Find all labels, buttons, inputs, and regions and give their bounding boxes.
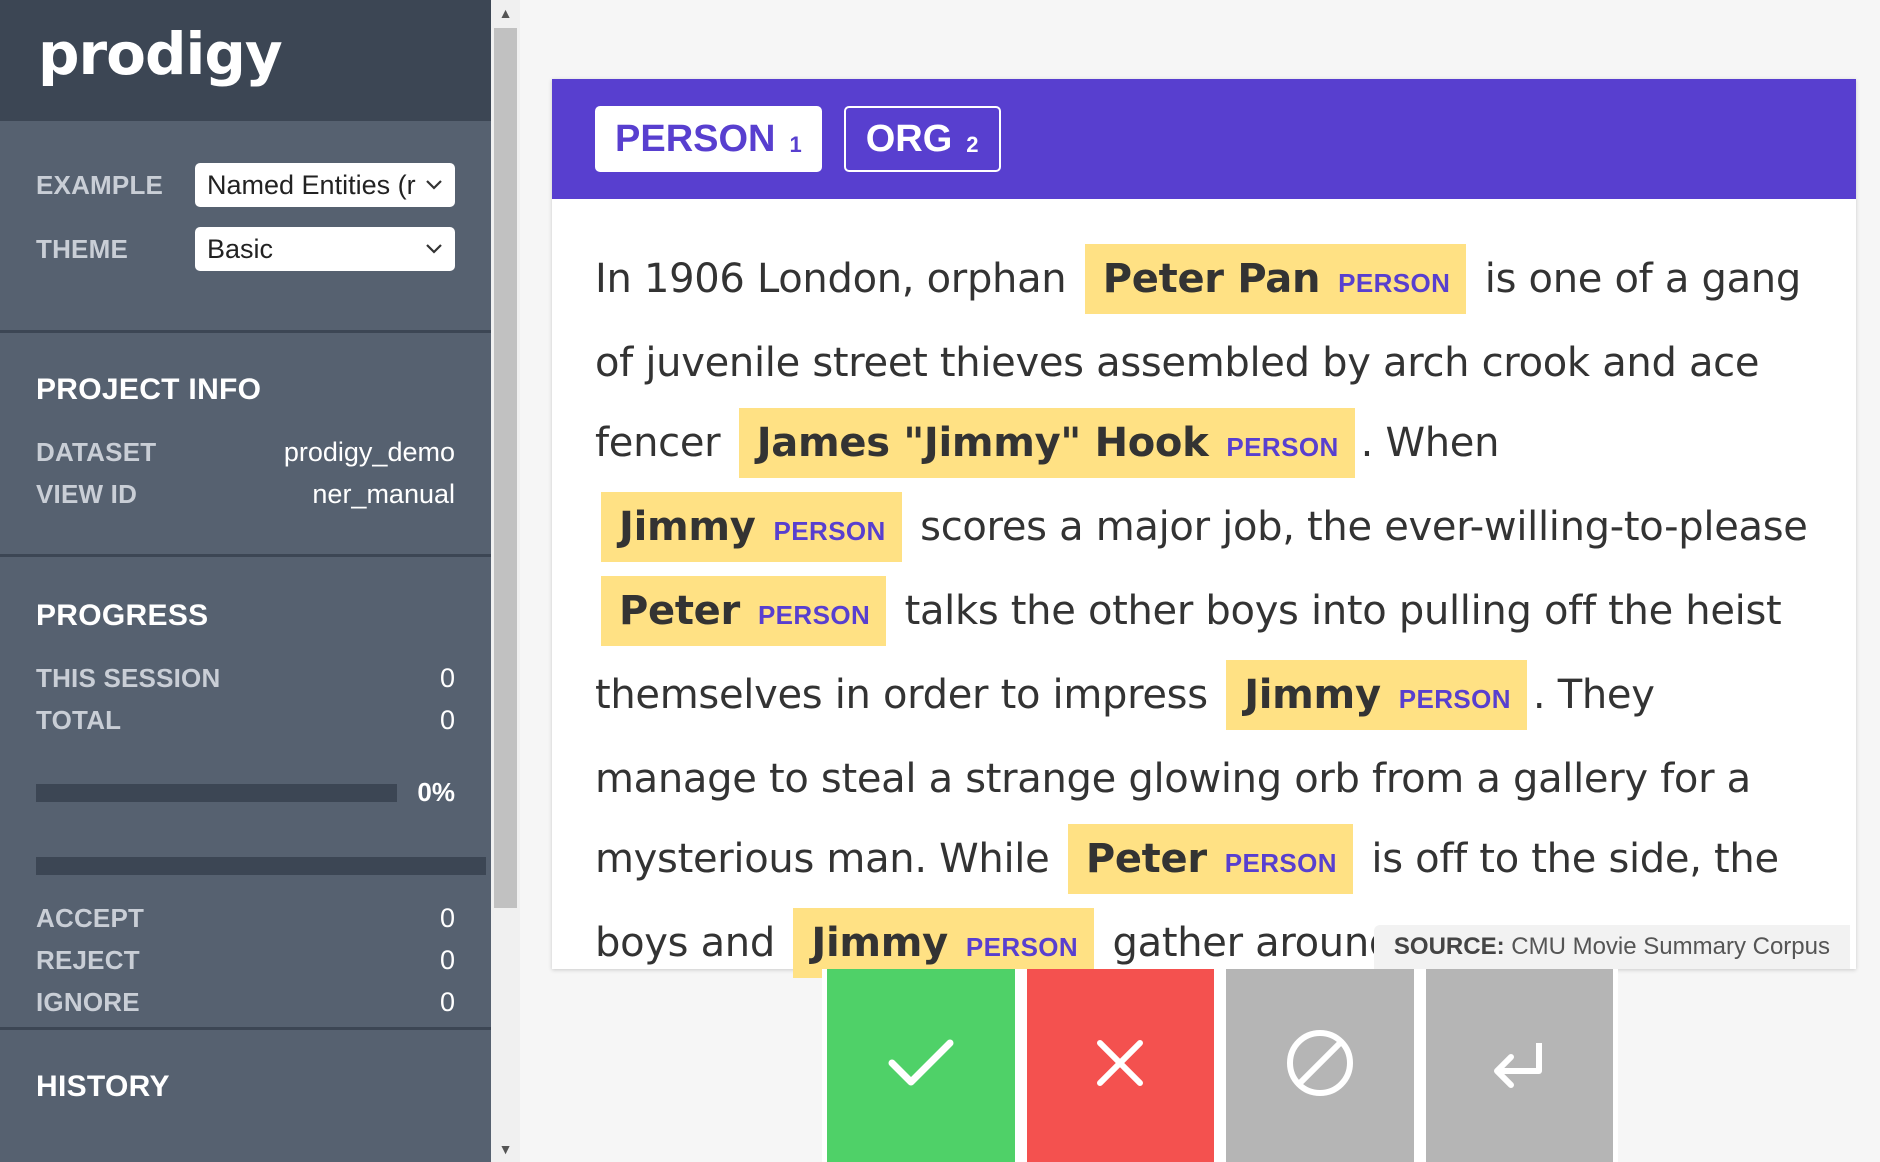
example-label: EXAMPLE	[36, 169, 164, 200]
theme-setting: THEME Basic	[36, 227, 455, 271]
scroll-down-arrow-icon[interactable]: ▼	[491, 1138, 520, 1160]
action-buttons	[822, 969, 1618, 1162]
dataset-value: prodigy_demo	[283, 436, 455, 467]
theme-label: THEME	[36, 233, 128, 264]
view-id-row: VIEW ID ner_manual	[36, 473, 455, 515]
entity-span[interactable]: Jimmy PERSON	[601, 492, 902, 562]
entity-label: PERSON	[1398, 684, 1511, 714]
progress-heading: PROGRESS	[36, 599, 209, 632]
text-span: In 1906 London, orphan	[595, 256, 1067, 302]
total-value: 0	[439, 704, 455, 735]
entity-span[interactable]: Peter Pan PERSON	[1084, 244, 1467, 314]
progress-section: PROGRESS THIS SESSION 0 TOTAL 0 0% ACCEP…	[0, 557, 491, 1030]
label-shortcut: 1	[789, 132, 802, 157]
logo-bar: prodigy	[0, 0, 491, 121]
this-session-value: 0	[439, 662, 455, 693]
history-heading: HISTORY	[36, 1070, 170, 1103]
answer-counts: ACCEPT 0 REJECT 0 IGNORE 0	[36, 897, 455, 1023]
ignore-button[interactable]	[1226, 969, 1414, 1162]
sidebar-scrollbar[interactable]: ▲ ▼	[491, 0, 520, 1162]
reject-count-value: 0	[439, 944, 455, 975]
history-section: HISTORY	[0, 1030, 491, 1104]
accept-count-label: ACCEPT	[36, 902, 145, 933]
entity-text: Jimmy	[811, 920, 948, 966]
view-id-label: VIEW ID	[36, 478, 138, 509]
entity-label: PERSON	[773, 516, 886, 546]
example-select-value: Named Entities (r	[207, 169, 416, 200]
annotation-text[interactable]: In 1906 London, orphan Peter Pan PERSON i…	[552, 199, 1856, 987]
undo-button[interactable]	[1425, 969, 1613, 1162]
entity-span[interactable]: Jimmy PERSON	[793, 908, 1095, 978]
check-icon	[886, 1035, 956, 1096]
entity-text: Peter	[619, 588, 740, 634]
annotation-card: PERSON 1 ORG 2 In 1906 London, orphan Pe…	[552, 79, 1856, 978]
ignore-count-label: IGNORE	[36, 986, 140, 1017]
entity-label: PERSON	[965, 932, 1079, 962]
ban-icon	[1284, 1027, 1356, 1104]
entity-label: PERSON	[1224, 848, 1337, 878]
session-bar	[36, 857, 486, 875]
entity-label: PERSON	[1338, 268, 1451, 298]
source-tag: SOURCE: CMU Movie Summary Corpus	[1373, 925, 1850, 969]
entity-text: Jimmy	[1244, 672, 1381, 718]
total-row: TOTAL 0	[36, 699, 455, 741]
settings-section: EXAMPLE Named Entities (r THEME Basic	[0, 121, 491, 333]
view-id-value: ner_manual	[312, 478, 455, 509]
project-info-heading: PROJECT INFO	[36, 373, 262, 406]
label-name: PERSON	[615, 117, 776, 160]
text-span: . When	[1360, 420, 1500, 466]
entity-span[interactable]: Peter PERSON	[1067, 824, 1353, 894]
label-shortcut: 2	[966, 132, 979, 157]
entity-label: PERSON	[757, 600, 871, 630]
accept-count-value: 0	[439, 902, 455, 933]
entity-span[interactable]: James "Jimmy" Hook PERSON	[738, 408, 1355, 478]
progress-percent: 0%	[417, 777, 455, 807]
dataset-label: DATASET	[36, 436, 157, 467]
chevron-down-icon	[425, 175, 443, 196]
example-setting: EXAMPLE Named Entities (r	[36, 163, 455, 207]
label-name: ORG	[865, 117, 953, 160]
return-icon	[1489, 1037, 1549, 1094]
entity-text: Peter Pan	[1102, 256, 1321, 302]
label-bar: PERSON 1 ORG 2	[552, 79, 1856, 199]
label-button-org[interactable]: ORG 2	[843, 106, 1001, 172]
accept-button[interactable]	[827, 969, 1015, 1162]
reject-count-label: REJECT	[36, 944, 140, 975]
entity-text: James "Jimmy" Hook	[756, 420, 1209, 466]
theme-select[interactable]: Basic	[195, 227, 455, 271]
sidebar: prodigy EXAMPLE Named Entities (r THEME …	[0, 0, 491, 1162]
total-label: TOTAL	[36, 704, 122, 735]
entity-span[interactable]: Peter PERSON	[601, 576, 887, 646]
progress-bar	[36, 783, 398, 802]
logo: prodigy	[38, 19, 283, 88]
dataset-row: DATASET prodigy_demo	[36, 431, 455, 473]
chevron-down-icon	[425, 239, 443, 260]
entity-span[interactable]: Jimmy PERSON	[1226, 660, 1527, 730]
reject-count-row: REJECT 0	[36, 939, 455, 981]
progress-indicator: 0%	[36, 777, 455, 808]
entity-text: Peter	[1085, 836, 1207, 882]
example-select[interactable]: Named Entities (r	[195, 163, 455, 207]
ignore-count-value: 0	[439, 986, 455, 1017]
text-span: scores a major job, the ever-willing-to-…	[920, 504, 1808, 550]
cross-icon	[1092, 1035, 1148, 1096]
scrollbar-thumb[interactable]	[494, 28, 517, 908]
source-value: CMU Movie Summary Corpus	[1511, 933, 1830, 960]
source-label: SOURCE:	[1393, 933, 1505, 960]
entity-text: Jimmy	[619, 504, 756, 550]
this-session-row: THIS SESSION 0	[36, 657, 455, 699]
ignore-count-row: IGNORE 0	[36, 981, 455, 1023]
accept-count-row: ACCEPT 0	[36, 897, 455, 939]
label-button-person[interactable]: PERSON 1	[595, 106, 822, 172]
this-session-label: THIS SESSION	[36, 662, 221, 693]
project-info-section: PROJECT INFO DATASET prodigy_demo VIEW I…	[0, 333, 491, 557]
reject-button[interactable]	[1026, 969, 1214, 1162]
entity-label: PERSON	[1226, 432, 1339, 462]
theme-select-value: Basic	[207, 233, 274, 264]
scroll-up-arrow-icon[interactable]: ▲	[491, 2, 520, 24]
